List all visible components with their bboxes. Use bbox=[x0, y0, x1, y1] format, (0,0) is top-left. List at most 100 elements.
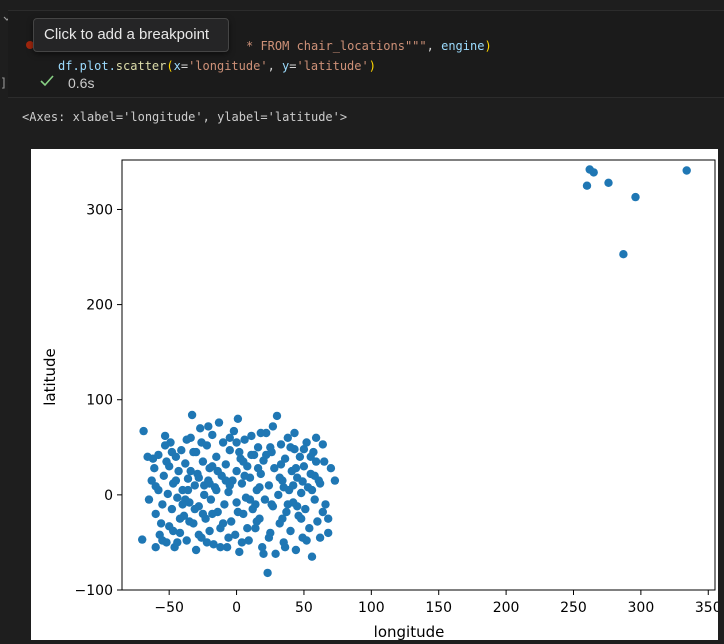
scatter-point bbox=[233, 507, 243, 517]
scatter-point bbox=[253, 464, 263, 473]
scatter-point bbox=[218, 519, 228, 528]
scatter-point bbox=[220, 500, 229, 509]
scatter-point bbox=[163, 489, 172, 499]
scatter-point bbox=[682, 166, 691, 175]
notebook-view: ] * FROM chair_locations""", engine) df.… bbox=[0, 0, 724, 644]
scatter-point bbox=[232, 466, 241, 476]
scatter-point bbox=[280, 543, 290, 552]
code-close-paren: ) bbox=[484, 39, 492, 53]
code-line-2[interactable]: df.plot.scatter(x='longitude', y='latitu… bbox=[58, 59, 376, 73]
x-tick-label: 0 bbox=[232, 600, 241, 616]
x-tick-label: −50 bbox=[154, 600, 184, 616]
execution-bracket-icon: ] bbox=[0, 76, 8, 90]
scatter-point bbox=[173, 538, 182, 547]
scatter-point bbox=[189, 447, 198, 457]
code-df-prefix: df.plot. bbox=[58, 59, 116, 73]
x-axis-label: longitude bbox=[374, 623, 445, 640]
scatter-point bbox=[321, 500, 330, 509]
scatter-point bbox=[235, 447, 244, 457]
scatter-point bbox=[185, 517, 194, 526]
scatter-point bbox=[264, 533, 274, 542]
scatter-point bbox=[154, 485, 163, 495]
check-shape bbox=[40, 75, 54, 87]
scatter-point bbox=[289, 481, 298, 490]
code-sql-text: * FROM chair_locations bbox=[246, 39, 405, 53]
y-tick-label: 200 bbox=[86, 298, 113, 314]
scatter-point bbox=[190, 504, 199, 514]
scatter-point bbox=[237, 479, 247, 488]
scatter-point bbox=[278, 514, 287, 523]
scatter-point bbox=[212, 485, 221, 495]
scatter-point bbox=[202, 538, 212, 547]
scatter-point bbox=[255, 483, 264, 492]
scatter-point bbox=[276, 460, 286, 469]
scatter-point bbox=[212, 452, 221, 461]
scatter-point bbox=[253, 443, 263, 452]
code-scatter-fn: scatter bbox=[115, 59, 167, 73]
scatter-point bbox=[263, 568, 272, 578]
scatter-point bbox=[183, 485, 193, 495]
scatter-point bbox=[582, 181, 592, 190]
scatter-point bbox=[301, 504, 310, 514]
scatter-point bbox=[216, 543, 225, 552]
scatter-point bbox=[276, 440, 286, 449]
scatter-point bbox=[167, 447, 177, 457]
y-tick-label: 0 bbox=[104, 488, 113, 504]
scatter-point bbox=[225, 433, 234, 442]
output-repr: <Axes: xlabel='longitude', ylabel='latit… bbox=[22, 110, 348, 124]
code-x-kw: x bbox=[173, 59, 181, 73]
x-tick-label: 300 bbox=[628, 600, 655, 616]
scatter-point bbox=[194, 530, 203, 539]
scatter-point bbox=[196, 424, 205, 433]
scatter-point bbox=[160, 431, 170, 441]
scatter-point bbox=[181, 459, 190, 468]
scatter-point bbox=[206, 495, 216, 504]
scatter-point bbox=[256, 428, 265, 438]
scatter-point bbox=[299, 462, 309, 471]
scatter-point bbox=[274, 490, 283, 500]
scatter-point bbox=[183, 474, 193, 483]
code-y-val: 'latitude' bbox=[296, 59, 369, 73]
scatter-point bbox=[237, 538, 247, 547]
x-tick-label: 100 bbox=[358, 600, 385, 616]
scatter-chart: −50 0 50 100 150 200 250 300 350 −1000100200300 … bbox=[41, 159, 718, 640]
scatter-point bbox=[264, 481, 274, 490]
scatter-point bbox=[198, 509, 208, 519]
scatter-point bbox=[224, 533, 233, 542]
scatter-point bbox=[233, 414, 243, 423]
scatter-point bbox=[240, 471, 249, 480]
scatter-point bbox=[154, 450, 163, 460]
scatter-point bbox=[267, 500, 276, 509]
scatter-point bbox=[266, 443, 275, 452]
scatter-point bbox=[147, 476, 156, 485]
scatter-point bbox=[310, 471, 319, 480]
scatter-point bbox=[198, 457, 208, 466]
scatter-point bbox=[221, 460, 230, 469]
code-close-paren-2: ) bbox=[368, 59, 376, 73]
scatter-point bbox=[298, 477, 307, 486]
scatter-point bbox=[205, 526, 214, 536]
scatter-point bbox=[299, 445, 309, 454]
scatter-point bbox=[151, 543, 160, 552]
code-sep: , bbox=[267, 59, 283, 73]
check-icon bbox=[40, 75, 54, 91]
scatter-point bbox=[297, 488, 306, 498]
scatter-point bbox=[286, 526, 295, 536]
scatter-point bbox=[182, 435, 191, 444]
scatter-point bbox=[225, 446, 234, 455]
scatter-point bbox=[213, 466, 222, 476]
scatter-point bbox=[318, 440, 327, 449]
y-tick-label: −100 bbox=[75, 583, 113, 599]
scatter-point bbox=[272, 411, 282, 421]
code-quotes: """ bbox=[404, 39, 427, 53]
scatter-point bbox=[156, 519, 166, 528]
scatter-point bbox=[159, 471, 168, 480]
scatter-point bbox=[243, 524, 252, 533]
scatter-point bbox=[194, 473, 203, 482]
code-line-1[interactable]: * FROM chair_locations""", engine) bbox=[246, 39, 492, 53]
scatter-point bbox=[175, 514, 185, 523]
scatter-point bbox=[174, 466, 183, 476]
scatter-point bbox=[235, 547, 244, 557]
scatter-point bbox=[302, 536, 311, 545]
y-ticks: −100 0 100 200 300 bbox=[75, 202, 122, 599]
